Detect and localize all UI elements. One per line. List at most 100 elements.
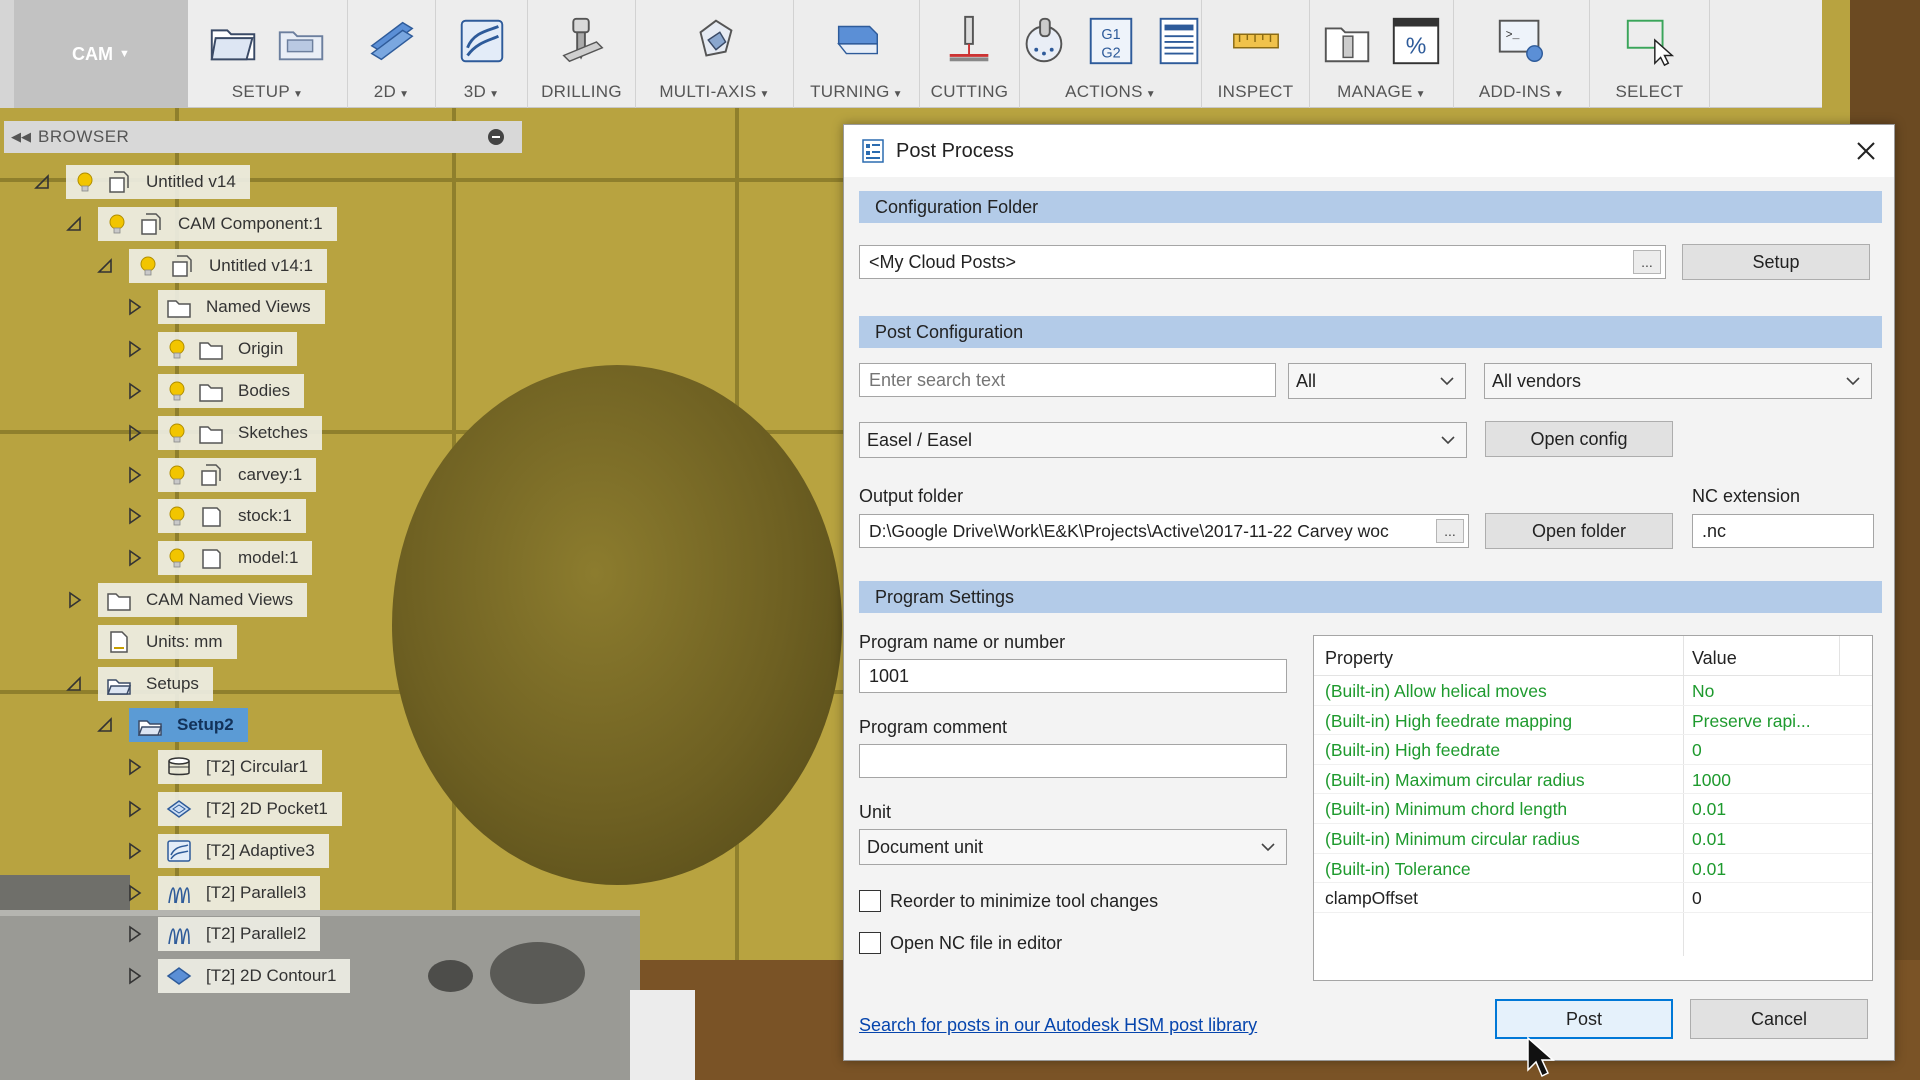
table-row[interactable]: (Built-in) Minimum circular radius 0.01 — [1314, 824, 1872, 854]
tree-item[interactable]: carvey:1 — [158, 457, 317, 492]
g1g2-icon[interactable]: G1 G2 — [1083, 13, 1139, 69]
visibility-bulb-icon[interactable] — [166, 338, 188, 360]
property-value[interactable]: 1000 — [1692, 770, 1862, 791]
visibility-bulb-icon[interactable] — [166, 547, 188, 569]
select-icon[interactable] — [1622, 13, 1678, 69]
post-select[interactable]: Easel / Easel — [859, 422, 1467, 458]
cutting-icon[interactable] — [942, 13, 998, 69]
expand-triangle-icon[interactable] — [122, 295, 146, 319]
expand-triangle-icon[interactable] — [122, 463, 146, 487]
3d-adaptive-icon[interactable] — [454, 13, 510, 69]
setup-sheet-icon[interactable] — [1151, 13, 1207, 69]
collapse-triangle-icon[interactable] — [62, 212, 86, 236]
unit-select[interactable]: Document unit — [859, 829, 1287, 865]
dialog-titlebar[interactable]: Post Process — [844, 125, 1894, 177]
tree-item[interactable]: CAM Named Views — [98, 583, 308, 617]
percent-icon[interactable]: % — [1388, 13, 1444, 69]
expand-triangle-icon[interactable] — [122, 881, 146, 905]
setup-folder-icon[interactable] — [206, 13, 262, 69]
open-nc-checkbox[interactable] — [859, 932, 881, 954]
tree-item[interactable]: [T2] Adaptive3 — [158, 833, 329, 868]
new-setup-icon[interactable] — [274, 13, 330, 69]
property-value[interactable]: 0.01 — [1692, 829, 1862, 850]
post-library-link[interactable]: Search for posts in our Autodesk HSM pos… — [859, 1015, 1257, 1036]
tree-item[interactable]: [T2] Parallel3 — [158, 875, 321, 910]
expand-triangle-icon[interactable] — [122, 379, 146, 403]
scripts-icon[interactable]: >_ — [1494, 13, 1550, 69]
config-folder-field[interactable]: <My Cloud Posts> ... — [859, 245, 1666, 279]
table-row[interactable]: clampOffset 0 — [1314, 883, 1872, 913]
expand-triangle-icon[interactable] — [122, 964, 146, 988]
collapse-browser-icon[interactable]: ◀◀ — [4, 129, 38, 145]
tree-item[interactable]: Setup2 — [129, 708, 248, 743]
table-row[interactable]: (Built-in) Allow helical moves No — [1314, 676, 1872, 706]
toolbar-group-label[interactable]: 2D ▼ — [374, 82, 410, 102]
visibility-bulb-icon[interactable] — [166, 422, 188, 444]
tree-item[interactable]: [T2] Parallel2 — [158, 917, 321, 952]
expand-triangle-icon[interactable] — [122, 421, 146, 445]
post-search-input[interactable] — [859, 363, 1276, 397]
toolbar-group-label[interactable]: ADD-INS ▼ — [1479, 82, 1564, 102]
property-value[interactable]: 0.01 — [1692, 799, 1862, 820]
toolbar-group-label[interactable]: 3D ▼ — [464, 82, 500, 102]
browser-minimize-icon[interactable] — [488, 129, 504, 145]
collapse-triangle-icon[interactable] — [62, 672, 86, 696]
post-button[interactable]: Post — [1495, 999, 1673, 1039]
expand-triangle-icon[interactable] — [122, 337, 146, 361]
toolbar-group-label[interactable]: TURNING ▼ — [810, 82, 903, 102]
tree-item[interactable]: Origin — [158, 332, 298, 367]
table-row[interactable]: (Built-in) Minimum chord length 0.01 — [1314, 794, 1872, 824]
multi-axis-icon[interactable] — [687, 13, 743, 69]
visibility-bulb-icon[interactable] — [106, 213, 128, 235]
tree-item[interactable]: Sketches — [158, 415, 322, 450]
tree-item[interactable]: [T2] 2D Pocket1 — [158, 792, 342, 826]
visibility-bulb-icon[interactable] — [166, 380, 188, 402]
tree-item[interactable]: [T2] 2D Contour1 — [158, 959, 351, 994]
table-row[interactable]: (Built-in) Tolerance 0.01 — [1314, 854, 1872, 884]
measure-icon[interactable] — [1228, 13, 1284, 69]
column-header-value[interactable]: Value — [1692, 648, 1737, 669]
tree-item[interactable]: Setups — [98, 666, 213, 701]
simulate-icon[interactable] — [1015, 13, 1071, 69]
toolbar-group-label[interactable]: CUTTING — [931, 82, 1009, 102]
toolbar-group-label[interactable]: SELECT — [1616, 82, 1684, 102]
expand-triangle-icon[interactable] — [122, 839, 146, 863]
cancel-button[interactable]: Cancel — [1690, 999, 1868, 1039]
toolbar-group-label[interactable]: ACTIONS ▼ — [1065, 82, 1156, 102]
expand-triangle-icon[interactable] — [122, 922, 146, 946]
nc-extension-input[interactable]: .nc — [1692, 514, 1874, 548]
tree-item[interactable]: model:1 — [158, 541, 313, 576]
toolbar-group-label[interactable]: INSPECT — [1218, 82, 1294, 102]
toolbar-group-label[interactable]: SETUP ▼ — [232, 82, 303, 102]
2d-layers-icon[interactable] — [364, 13, 420, 69]
tree-item[interactable]: [T2] Circular1 — [158, 750, 323, 785]
tree-item[interactable]: Untitled v14 — [66, 165, 250, 199]
expand-triangle-icon[interactable] — [122, 797, 146, 821]
workspace-switcher[interactable]: CAM ▼ — [0, 0, 188, 108]
turning-icon[interactable] — [829, 13, 885, 69]
program-name-input[interactable]: 1001 — [859, 659, 1287, 693]
expand-triangle-icon[interactable] — [62, 588, 86, 612]
visibility-bulb-icon[interactable] — [137, 255, 159, 277]
expand-triangle-icon[interactable] — [122, 755, 146, 779]
toolbar-group-label[interactable]: MULTI-AXIS ▼ — [659, 82, 769, 102]
output-folder-field[interactable]: D:\Google Drive\Work\E&K\Projects\Active… — [859, 514, 1469, 548]
table-row[interactable]: (Built-in) Maximum circular radius 1000 — [1314, 765, 1872, 795]
vendor-select[interactable]: All vendors — [1484, 363, 1872, 399]
property-value[interactable]: 0 — [1692, 888, 1862, 909]
property-value[interactable]: 0.01 — [1692, 859, 1862, 880]
column-header-property[interactable]: Property — [1325, 648, 1393, 669]
toolbar-group-label[interactable]: MANAGE ▼ — [1337, 82, 1426, 102]
program-comment-input[interactable] — [859, 744, 1287, 778]
browse-output-folder-button[interactable]: ... — [1436, 519, 1464, 543]
collapse-triangle-icon[interactable] — [30, 170, 54, 194]
tree-item[interactable]: Untitled v14:1 — [129, 248, 327, 283]
collapse-triangle-icon[interactable] — [93, 254, 117, 278]
tree-item[interactable]: CAM Component:1 — [98, 206, 337, 241]
toolbar-group-label[interactable]: DRILLING — [541, 82, 622, 102]
open-config-button[interactable]: Open config — [1485, 421, 1673, 457]
post-filter-select[interactable]: All — [1288, 363, 1466, 399]
tree-item[interactable]: Named Views — [158, 290, 325, 325]
reorder-checkbox[interactable] — [859, 890, 881, 912]
tree-item[interactable]: stock:1 — [158, 499, 306, 534]
